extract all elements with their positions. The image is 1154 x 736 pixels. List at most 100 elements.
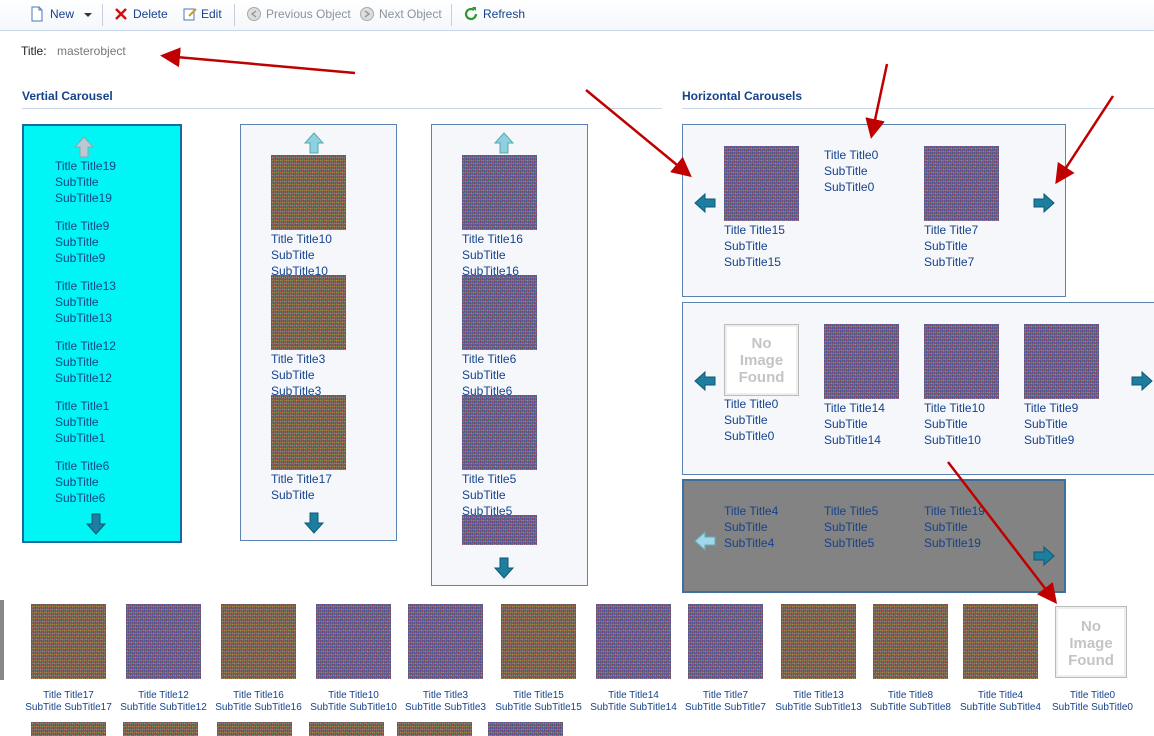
arrow-down-icon[interactable] <box>84 512 108 536</box>
new-document-icon <box>31 6 43 22</box>
item-title[interactable]: Title Title12 <box>55 338 116 354</box>
chevron-down-icon[interactable] <box>80 7 96 23</box>
thumbnail-image <box>501 604 576 679</box>
strip-item-subtitle: SubTitle SubTitle0 <box>1052 702 1133 713</box>
item-subtitle: SubTitle9 <box>55 251 106 265</box>
next-object-button[interactable]: Next Object <box>379 5 442 23</box>
item-subtitle: SubTitle <box>55 235 99 249</box>
item-subtitle: SubTitle4 <box>724 536 775 550</box>
arrow-up-icon[interactable] <box>492 131 516 155</box>
item-title[interactable]: Title Title19 <box>55 158 116 174</box>
item-title[interactable]: Title Title10 <box>924 400 985 416</box>
refresh-icon <box>464 7 478 21</box>
item-title[interactable]: Title Title5 <box>462 471 516 487</box>
item-title[interactable]: Title Title4 <box>724 503 778 519</box>
item-subtitle: SubTitle <box>824 164 868 178</box>
item-subtitle: SubTitle5 <box>824 536 875 550</box>
item-subtitle: SubTitle5 <box>462 504 513 515</box>
item-title[interactable]: Title Title0 <box>824 147 878 163</box>
item-subtitle: SubTitle19 <box>55 191 112 205</box>
thumbnail-image <box>408 604 483 679</box>
strip-item-title[interactable]: Title Title15 <box>486 690 591 702</box>
item-subtitle: SubTitle <box>271 368 315 382</box>
thumbnail-image <box>309 722 384 736</box>
partial-thumbnail <box>0 600 4 680</box>
strip-item-subtitle: SubTitle SubTitle14 <box>590 702 677 713</box>
item-title[interactable]: Title Title15 <box>724 222 785 238</box>
item-title[interactable]: Title Title16 <box>462 231 523 247</box>
item-subtitle: SubTitle <box>462 488 506 502</box>
item-subtitle: SubTitle <box>462 368 506 382</box>
previous-object-button[interactable]: Previous Object <box>266 5 351 23</box>
arrow-right-icon[interactable] <box>1032 544 1056 568</box>
item-title[interactable]: Title Title13 <box>55 278 116 294</box>
strip-item-title[interactable]: Title Title12 <box>111 690 216 702</box>
no-image-text: Image <box>1069 635 1113 652</box>
item-title[interactable]: Title Title9 <box>55 218 109 234</box>
thumbnail-image <box>31 604 106 679</box>
arrow-up-icon[interactable] <box>72 135 96 159</box>
arrow-down-icon[interactable] <box>492 556 516 580</box>
item-subtitle: SubTitle14 <box>824 433 881 447</box>
strip-item-subtitle: SubTitle SubTitle7 <box>685 702 766 713</box>
arrow-down-icon[interactable] <box>302 511 326 535</box>
thumbnail-image <box>924 324 999 399</box>
horizontal-carousel-1: Title Title15 SubTitle SubTitle15 Title … <box>682 124 1066 297</box>
toolbar: New Delete Edit Previous Object Next Obj… <box>0 0 1154 31</box>
item-title[interactable]: Title Title6 <box>55 458 109 474</box>
strip-item-title[interactable]: Title Title7 <box>673 690 778 702</box>
horizontal-carousel-3: Title Title4 SubTitle SubTitle4 Title Ti… <box>682 479 1066 593</box>
item-title[interactable]: Title Title0 <box>724 396 778 412</box>
arrow-left-icon[interactable] <box>693 369 717 393</box>
item-title[interactable]: Title Title3 <box>271 351 325 367</box>
strip-item-subtitle: SubTitle SubTitle16 <box>215 702 302 713</box>
item-title[interactable]: Title Title17 <box>271 471 332 487</box>
strip-item-title[interactable]: Title Title4 <box>948 690 1053 702</box>
divider <box>682 108 1154 109</box>
thumbnail-image <box>1024 324 1099 399</box>
new-button[interactable]: New <box>50 5 74 23</box>
arrow-right-icon[interactable] <box>1032 191 1056 215</box>
strip-item-title[interactable]: Title Title3 <box>393 690 498 702</box>
item-subtitle: SubTitle <box>55 415 99 429</box>
delete-button[interactable]: Delete <box>133 5 168 23</box>
strip-item-title[interactable]: Title Title13 <box>766 690 871 702</box>
strip-item-subtitle: SubTitle SubTitle12 <box>120 702 207 713</box>
strip-item-title[interactable]: Title Title17 <box>16 690 121 702</box>
vertical-carousel-heading: Vertial Carousel <box>22 89 113 103</box>
thumbnail-image <box>596 604 671 679</box>
arrow-up-icon[interactable] <box>302 131 326 155</box>
item-title[interactable]: Title Title7 <box>924 222 978 238</box>
refresh-button[interactable]: Refresh <box>483 5 525 23</box>
strip-item-subtitle: SubTitle SubTitle17 <box>25 702 112 713</box>
item-title[interactable]: Title Title19 <box>924 503 985 519</box>
item-title[interactable]: Title Title10 <box>271 231 332 247</box>
strip-item-title[interactable]: Title Title14 <box>581 690 686 702</box>
item-subtitle: SubTitle6 <box>462 384 513 395</box>
item-subtitle: SubTitle3 <box>271 384 322 395</box>
item-title[interactable]: Title Title6 <box>462 351 516 367</box>
strip-item-title[interactable]: Title Title16 <box>206 690 311 702</box>
edit-button[interactable]: Edit <box>201 5 222 23</box>
item-subtitle: SubTitle1 <box>55 431 106 445</box>
arrow-left-icon[interactable] <box>693 191 717 215</box>
item-title[interactable]: Title Title1 <box>55 398 109 414</box>
item-title[interactable]: Title Title14 <box>824 400 885 416</box>
item-title[interactable]: Title Title5 <box>824 503 878 519</box>
thumbnail-image <box>462 275 537 350</box>
title-value[interactable]: masterobject <box>57 44 126 58</box>
item-subtitle: SubTitle <box>824 520 868 534</box>
strip-item-title[interactable]: Title Title10 <box>301 690 406 702</box>
strip-item-title[interactable]: Title Title0 <box>1040 690 1145 702</box>
thumbnail-image <box>724 146 799 221</box>
item-subtitle: SubTitle12 <box>55 371 112 385</box>
item-subtitle: SubTitle <box>55 475 99 489</box>
item-title[interactable]: Title Title9 <box>1024 400 1078 416</box>
arrow-right-icon[interactable] <box>1130 369 1154 393</box>
delete-icon <box>115 8 127 20</box>
thumbnail-image <box>963 604 1038 679</box>
item-subtitle: SubTitle <box>55 295 99 309</box>
item-subtitle: SubTitle <box>724 520 768 534</box>
arrow-left-icon[interactable] <box>693 529 717 553</box>
thumbnail-image <box>873 604 948 679</box>
